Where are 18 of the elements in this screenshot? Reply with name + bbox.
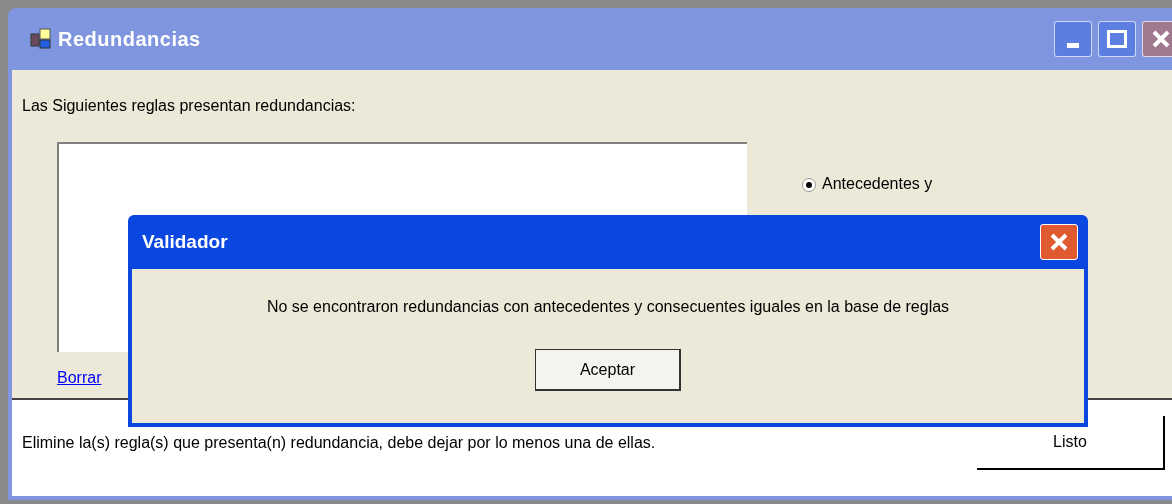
dialog-message: No se encontraron redundancias con antecedentes y consecuentes iguales en la base de reglas: [266, 297, 950, 317]
delete-link[interactable]: Borrar: [57, 366, 102, 390]
close-icon: [1049, 232, 1069, 252]
window-title: Redundancias: [58, 27, 201, 52]
heading-text: Las Siguientes reglas presentan redundancias:: [22, 96, 357, 116]
accept-button[interactable]: Aceptar: [535, 349, 681, 391]
radio-label: Antecedentes y: [822, 174, 933, 194]
radio-button[interactable]: [802, 178, 816, 192]
maximize-button[interactable]: [1098, 21, 1136, 57]
maximize-icon: [1107, 30, 1127, 48]
close-button[interactable]: [1142, 21, 1172, 57]
minimize-button[interactable]: [1054, 21, 1092, 57]
close-icon: [1151, 29, 1171, 49]
dialog-title: Validador: [142, 229, 228, 254]
minimize-icon: [1067, 43, 1079, 48]
app-icon: [30, 28, 52, 50]
footer-message: Elimine la(s) regla(s) que presenta(n) redundancia, debe dejar por lo menos una de ellas.: [22, 433, 657, 453]
dialog-close-button[interactable]: [1040, 224, 1078, 260]
